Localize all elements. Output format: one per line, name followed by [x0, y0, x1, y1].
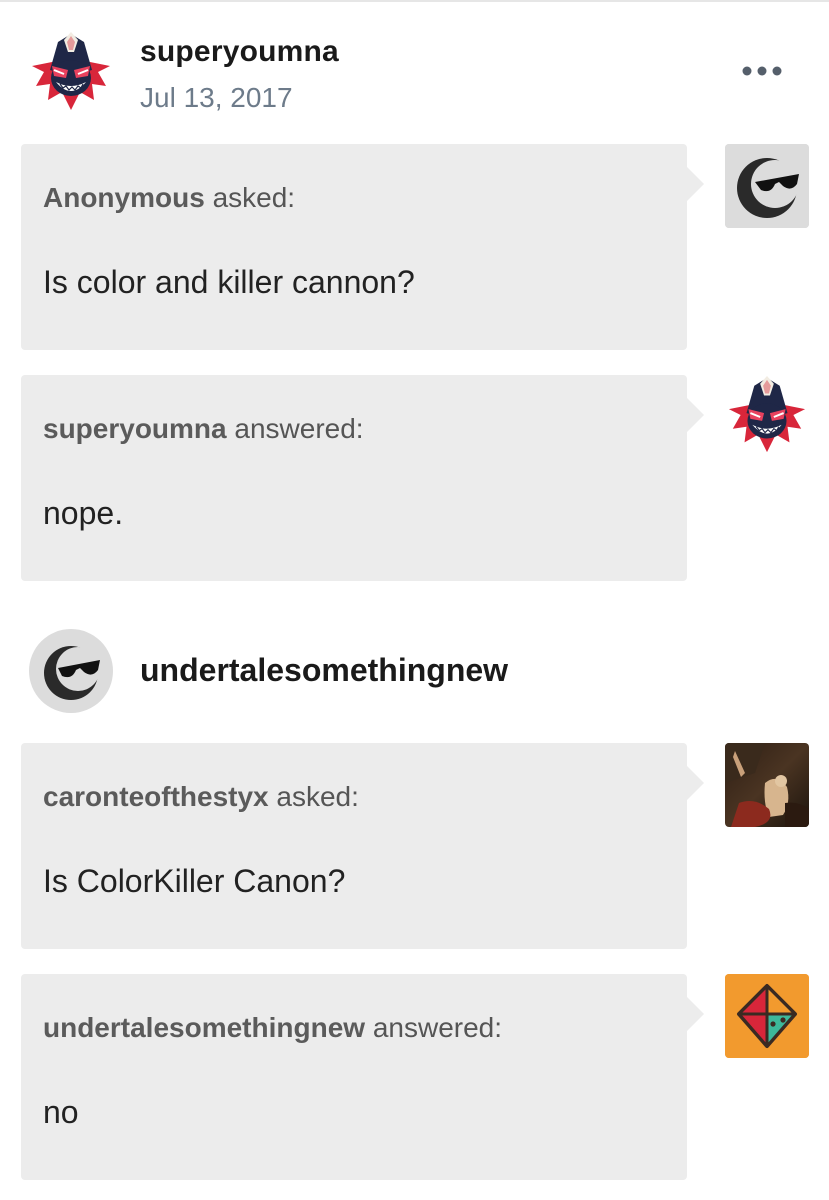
- answerer-name[interactable]: superyoumna: [43, 413, 227, 444]
- answerer-avatar[interactable]: [725, 974, 809, 1058]
- asker-name[interactable]: caronteofthestyx: [43, 781, 269, 812]
- answered-label: answered:: [372, 1012, 503, 1043]
- question-text: Is ColorKiller Canon?: [43, 863, 346, 899]
- sunglasses-moon-icon: [725, 144, 809, 228]
- grinning-mask-icon: [728, 375, 806, 453]
- bubble-header: undertalesomethingnew answered:: [43, 1012, 502, 1044]
- more-options-button[interactable]: [734, 56, 790, 86]
- reblogger-name[interactable]: undertalesomethingnew: [140, 652, 508, 689]
- post-author-name[interactable]: superyoumna: [140, 35, 339, 69]
- answer-text: nope.: [43, 495, 124, 531]
- ask-bubble: Anonymous asked: Is color and killer can…: [21, 144, 704, 350]
- diamond-face-icon: [725, 974, 809, 1058]
- answered-label: answered:: [234, 413, 364, 444]
- grinning-mask-icon: [32, 32, 110, 110]
- asked-label: asked:: [212, 182, 296, 213]
- bubble-header: Anonymous asked:: [43, 182, 295, 214]
- painting-icon: [725, 743, 809, 827]
- ellipsis-icon: [742, 66, 782, 76]
- asker-avatar[interactable]: [725, 144, 809, 228]
- author-avatar[interactable]: [28, 30, 114, 116]
- answerer-name[interactable]: undertalesomethingnew: [43, 1012, 365, 1043]
- asker-name[interactable]: Anonymous: [43, 182, 205, 213]
- asked-label: asked:: [276, 781, 359, 812]
- answer-bubble: undertalesomethingnew answered: no: [21, 974, 704, 1180]
- reblogger-avatar[interactable]: [28, 628, 114, 714]
- answer-bubble: superyoumna answered: nope.: [21, 375, 704, 581]
- sunglasses-moon-icon: [29, 629, 113, 713]
- bubble-header: caronteofthestyx asked:: [43, 781, 359, 813]
- asker-avatar[interactable]: [725, 743, 809, 827]
- post-date: Jul 13, 2017: [140, 82, 293, 113]
- question-text: Is color and killer cannon?: [43, 264, 415, 300]
- answerer-avatar[interactable]: [725, 374, 809, 458]
- ask-bubble: caronteofthestyx asked: Is ColorKiller C…: [21, 743, 704, 949]
- bubble-header: superyoumna answered:: [43, 413, 364, 445]
- post-header: superyoumna Jul 13, 2017: [0, 0, 829, 130]
- answer-text: no: [43, 1094, 79, 1130]
